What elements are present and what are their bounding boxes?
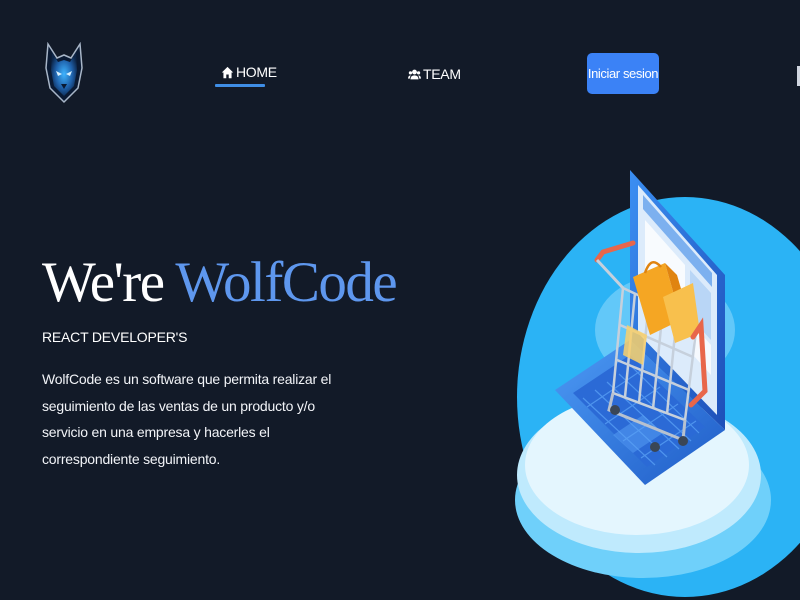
active-nav-underline (215, 84, 265, 87)
shopping-cart-laptop-illustration (515, 170, 800, 597)
home-icon (221, 66, 234, 78)
nav-home-link[interactable]: HOME (221, 64, 277, 80)
nav-team-link[interactable]: TEAM (408, 66, 461, 82)
hero-description: WolfCode es un software que permita real… (42, 371, 332, 467)
hero-title: We're WolfCode (42, 250, 398, 315)
hero-title-brand: WolfCode (175, 251, 397, 314)
hero-subtitle: REACT DEVELOPER'S (42, 329, 188, 345)
hero-title-prefix: We're (42, 251, 176, 314)
login-button[interactable]: Iniciar sesion (587, 53, 659, 94)
nav-home-label: HOME (236, 64, 277, 80)
users-icon (408, 69, 421, 79)
nav-team-label: TEAM (423, 66, 461, 82)
wolf-logo-icon[interactable] (44, 42, 84, 104)
